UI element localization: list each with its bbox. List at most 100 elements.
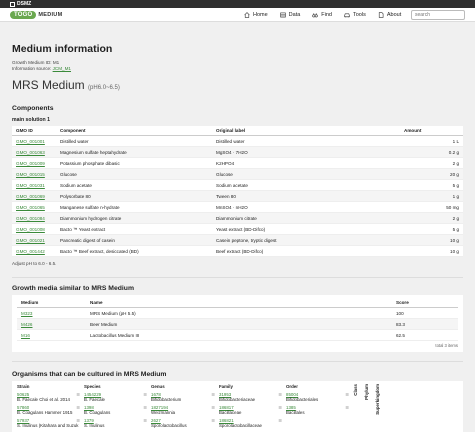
gmo-id-cell: GMO_001031 bbox=[12, 179, 56, 191]
original-label-cell: Glucose bbox=[212, 168, 367, 180]
component-cell: Polysorbate 80 bbox=[56, 190, 212, 202]
top-navigation: TOGO MEDIUM Home Data Find Tools About bbox=[0, 8, 475, 22]
original-label-cell: MgSO4 · 7H2O bbox=[212, 146, 367, 158]
amount-cell: 10 g bbox=[400, 234, 463, 246]
filter-icon[interactable]: ☰ bbox=[345, 405, 349, 410]
component-cell: Magnesium sulfate heptahydrate bbox=[56, 146, 212, 158]
org-name: B. Coagulans bbox=[84, 410, 111, 415]
filter-icon[interactable]: ☰ bbox=[76, 405, 80, 410]
filter-icon[interactable]: ☰ bbox=[211, 418, 215, 423]
dsmz-top-bar: DSMZ bbox=[0, 0, 475, 8]
organisms-title: Organisms that can be cultured in MRS Me… bbox=[12, 371, 167, 378]
org-name: Sporolactobacillus bbox=[151, 423, 187, 428]
org-name: S. Inulinus (Kitahara and Suzuk bbox=[17, 423, 79, 428]
name-cell: Beer Medium bbox=[86, 318, 392, 330]
original-label-cell: K2HPO4 bbox=[212, 157, 367, 169]
ph-note: Adjust pH to 6.0 - 6.5. bbox=[12, 261, 57, 266]
dsmz-label[interactable]: DSMZ bbox=[17, 0, 31, 8]
filter-icon[interactable]: ☰ bbox=[211, 392, 215, 397]
org-col-family: Family 31953 Bifidobacteriaceae ☰ 186817 Baci… bbox=[219, 384, 286, 431]
score-cell: 83.3 bbox=[392, 318, 458, 330]
org-name: Bacillales bbox=[286, 410, 305, 415]
gmo-id-cell: GMO_001065 bbox=[12, 201, 56, 213]
component-row: GMO_001063 Magnesium sulfate heptahydrate… bbox=[12, 146, 463, 158]
medium-link[interactable]: M16 bbox=[21, 333, 30, 338]
components-table: GMO ID Component Original label Amount G… bbox=[12, 126, 463, 257]
filter-icon[interactable]: ☰ bbox=[76, 418, 80, 423]
org-cell: 1678 Bifidobacterium ☰ bbox=[151, 392, 219, 405]
medium-link[interactable]: M426 bbox=[21, 322, 33, 327]
col-score[interactable]: Score bbox=[392, 298, 458, 308]
gmo-id-link[interactable]: GMO_001442 bbox=[16, 249, 45, 254]
gmo-id-link[interactable]: GMO_001001 bbox=[16, 139, 45, 144]
org-header-superkingdom[interactable]: Superkingdom bbox=[375, 384, 380, 415]
filter-icon[interactable]: ☰ bbox=[143, 392, 147, 397]
search-input[interactable] bbox=[411, 10, 465, 20]
information-source-link[interactable]: JCM_M1 bbox=[53, 66, 71, 71]
filter-icon[interactable]: ☰ bbox=[278, 392, 282, 397]
gmo-id-link[interactable]: GMO_001065 bbox=[16, 205, 45, 210]
dsmz-logo-icon bbox=[10, 1, 15, 7]
org-header-genus[interactable]: Genus bbox=[151, 384, 219, 392]
org-name: B. Faecale Choi et al. 2014 bbox=[17, 397, 70, 402]
filter-icon[interactable]: ☰ bbox=[278, 405, 282, 410]
database-icon bbox=[279, 12, 286, 17]
org-header-phylum[interactable]: Phylum bbox=[364, 384, 369, 400]
nav-home[interactable]: Home bbox=[244, 12, 268, 18]
org-header-order[interactable]: Order bbox=[286, 384, 353, 392]
col-component[interactable]: Component bbox=[56, 126, 212, 136]
original-label-cell: Casein peptone, tryptic digest bbox=[212, 234, 367, 246]
gmo-id-link[interactable]: GMO_001031 bbox=[16, 183, 45, 188]
component-row: GMO_001008 Bacto ™ Yeast extract Yeast ext… bbox=[12, 223, 463, 235]
filter-icon[interactable]: ☰ bbox=[345, 392, 349, 397]
col-original-label[interactable]: Original label bbox=[212, 126, 367, 136]
org-col-species: Species 1454229 B. Faecale ☰ 1398 B. Coagulan… bbox=[84, 384, 151, 431]
filter-icon[interactable]: ☰ bbox=[76, 392, 80, 397]
site-logo[interactable]: TOGO MEDIUM bbox=[10, 10, 62, 19]
name-cell: MRS Medium (pH 5.5) bbox=[86, 307, 392, 319]
org-name: Bacillaceae bbox=[219, 410, 242, 415]
nav-find[interactable]: Find bbox=[312, 12, 332, 18]
gmo-id-link[interactable]: GMO_001021 bbox=[16, 238, 45, 243]
org-header-species[interactable]: Species bbox=[84, 384, 151, 392]
org-cell: 1827194 Weizmannia ☰ bbox=[151, 405, 219, 418]
org-name: S. Inulinus bbox=[84, 423, 105, 428]
gmo-id-link[interactable]: GMO_001069 bbox=[16, 194, 45, 199]
org-cell: 186821 Sporolactobacillaceae ☰ bbox=[219, 418, 286, 431]
org-cell: 31953 Bifidobacteriaceae ☰ bbox=[219, 392, 286, 405]
component-row: GMO_001001 Distilled water Distilled water… bbox=[12, 135, 463, 147]
nav-data[interactable]: Data bbox=[279, 12, 300, 18]
org-header-strain[interactable]: Strain bbox=[17, 384, 84, 392]
gmo-id-link[interactable]: GMO_001015 bbox=[16, 172, 45, 177]
amount-cell: 50 mg bbox=[400, 201, 463, 213]
gmo-id-cell: GMO_001008 bbox=[12, 223, 56, 235]
gmo-id-link[interactable]: GMO_001084 bbox=[16, 216, 45, 221]
medium-link[interactable]: M323 bbox=[21, 311, 33, 316]
amount-cell: 20 g bbox=[400, 168, 463, 180]
gmo-id-link[interactable]: GMO_001008 bbox=[16, 227, 45, 232]
org-header-class[interactable]: Class bbox=[353, 384, 358, 396]
gmo-id-cell: GMO_001001 bbox=[12, 135, 56, 147]
org-cell: 1398 B. Coagulans ☰ bbox=[84, 405, 151, 418]
filter-icon[interactable]: ☰ bbox=[211, 405, 215, 410]
col-name[interactable]: Name bbox=[86, 298, 392, 308]
gmo-id-link[interactable]: GMO_001063 bbox=[16, 150, 45, 155]
filter-icon[interactable]: ☰ bbox=[143, 405, 147, 410]
medium-name-text: MRS Medium bbox=[12, 78, 85, 92]
col-medium[interactable]: Medium bbox=[17, 298, 86, 308]
col-gmo-id[interactable]: GMO ID bbox=[12, 126, 56, 136]
binoculars-icon bbox=[312, 12, 318, 17]
filter-icon[interactable]: ☰ bbox=[278, 418, 282, 423]
gmo-id-cell: GMO_001069 bbox=[12, 190, 56, 202]
gmo-id-cell: GMO_001021 bbox=[12, 234, 56, 246]
filter-icon[interactable]: ☰ bbox=[143, 418, 147, 423]
nav-about[interactable]: About bbox=[378, 12, 401, 18]
org-header-family[interactable]: Family bbox=[219, 384, 286, 392]
org-col-genus: Genus 1678 Bifidobacterium ☰ 1827194 Weizmann… bbox=[151, 384, 219, 431]
logo-pill: TOGO bbox=[10, 10, 37, 19]
nav-tools[interactable]: Tools bbox=[344, 12, 366, 18]
component-row: GMO_001021 Pancreatic digest of casein Cas… bbox=[12, 234, 463, 246]
gmo-id-link[interactable]: GMO_001009 bbox=[16, 161, 45, 166]
col-amount[interactable]: Amount bbox=[400, 126, 463, 136]
score-cell: 100 bbox=[392, 307, 458, 319]
